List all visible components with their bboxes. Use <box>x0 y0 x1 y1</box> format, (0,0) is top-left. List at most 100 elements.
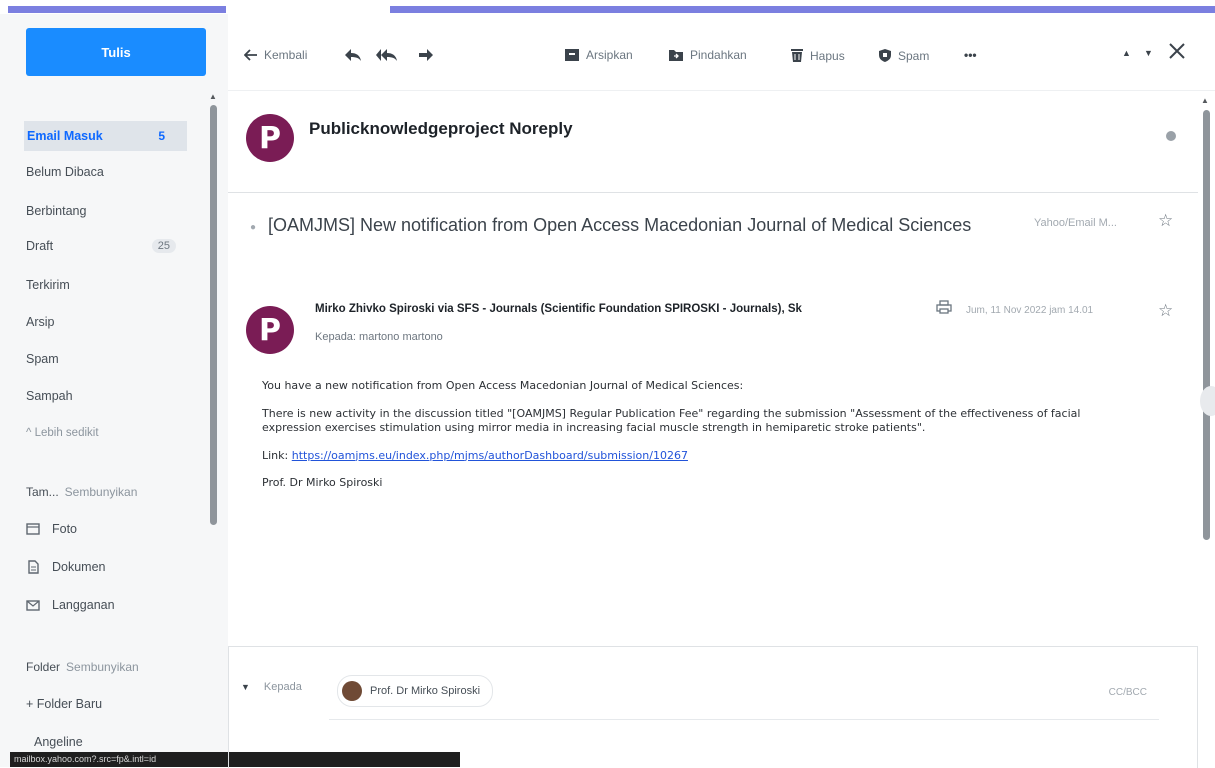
message-from[interactable]: Mirko Zhivko Spiroski via SFS - Journals… <box>315 303 802 315</box>
folders-heading: Folder <box>26 660 61 674</box>
sidebar-item-label: Spam <box>26 352 59 366</box>
views-heading: Tam... <box>26 485 59 499</box>
sidebar-item-label: Terkirim <box>26 278 70 292</box>
sidebar-item-label: Sampah <box>26 389 73 403</box>
header-divider <box>228 192 1198 193</box>
close-icon <box>1169 43 1185 59</box>
spam-button[interactable]: Spam <box>878 48 929 63</box>
sidebar-item-label: Arsip <box>26 315 55 329</box>
archive-button[interactable]: Arsipkan <box>564 48 633 62</box>
document-icon <box>26 560 40 574</box>
sidebar-item-label: Belum Dibaca <box>26 165 104 179</box>
recipient-field-underline <box>329 719 1159 720</box>
sidebar-item-label: Email Masuk <box>27 129 103 143</box>
trash-icon <box>791 49 803 62</box>
delete-label: Hapus <box>810 48 845 63</box>
more-icon: ••• <box>964 48 977 62</box>
drafts-count: 25 <box>151 239 176 253</box>
sidebar-scroll-up-arrow[interactable]: ▲ <box>209 92 217 101</box>
submission-link[interactable]: https://oamjms.eu/index.php/mjms/authorD… <box>292 449 688 462</box>
reply-to-label: Kepada <box>263 681 302 693</box>
folders-section-header: Folder Sembunyikan <box>26 660 139 674</box>
top-accent-stripe-right <box>390 6 1215 13</box>
unread-count: 5 <box>158 129 165 143</box>
side-panel-toggle[interactable] <box>1200 386 1215 416</box>
views-hide-link[interactable]: Sembunyikan <box>65 485 138 499</box>
body-paragraph: You have a new notification from Open Ac… <box>262 379 744 392</box>
settings-gear-icon[interactable] <box>1166 131 1176 141</box>
message-date: Jum, 11 Nov 2022 jam 14.01 <box>966 305 1094 316</box>
previous-message-button[interactable]: ▲ <box>1122 48 1131 58</box>
reply-box[interactable]: ▼ Kepada Prof. Dr Mirko Spiroski CC/BCC <box>228 646 1198 768</box>
message-toolbar: Kembali Arsipkan Pindahkan Hapus Spam ••… <box>228 30 1215 86</box>
delete-button[interactable]: Hapus <box>790 48 845 63</box>
compose-button[interactable]: Tulis <box>26 28 206 76</box>
forward-icon <box>419 49 433 61</box>
recipient-name: Prof. Dr Mirko Spiroski <box>370 685 481 697</box>
sender-avatar[interactable]: P <box>246 114 294 162</box>
chevron-down-icon[interactable]: ▼ <box>241 682 250 692</box>
forward-button[interactable] <box>418 48 440 62</box>
view-item-documents[interactable]: Dokumen <box>26 554 106 580</box>
next-message-button[interactable]: ▼ <box>1144 48 1153 58</box>
sidebar-item-drafts[interactable]: Draft 25 <box>26 231 186 261</box>
move-label: Pindahkan <box>690 48 747 62</box>
sidebar-item-starred[interactable]: Berbintang <box>26 196 186 226</box>
sidebar-item-trash[interactable]: Sampah <box>26 381 186 411</box>
message-star-icon[interactable]: ☆ <box>1158 301 1173 321</box>
show-less-link[interactable]: ^ Lebih sedikit <box>26 418 186 448</box>
view-item-label: Foto <box>52 522 78 536</box>
back-label: Kembali <box>264 48 308 62</box>
archive-label: Arsipkan <box>586 48 633 62</box>
subscription-icon <box>26 598 40 612</box>
sidebar-item-label: ^ Lebih sedikit <box>26 427 99 439</box>
sidebar-item-sent[interactable]: Terkirim <box>26 270 186 300</box>
body-paragraph: There is new activity in the discussion … <box>262 406 1081 435</box>
pane-scroll-up-arrow[interactable]: ▲ <box>1201 96 1209 105</box>
folder-label[interactable]: Yahoo/Email M... <box>1034 217 1117 229</box>
view-item-label: Dokumen <box>52 560 106 574</box>
thread-star-icon[interactable]: ☆ <box>1158 211 1173 231</box>
top-accent-stripe-left <box>8 6 226 13</box>
chevron-down-icon: ▼ <box>1144 48 1153 58</box>
signature: Prof. Dr Mirko Spiroski <box>262 476 383 489</box>
sidebar-item-label: Berbintang <box>26 204 87 218</box>
reply-to-row: ▼ Kepada <box>241 681 302 693</box>
back-button[interactable]: Kembali <box>244 48 307 62</box>
photo-icon <box>26 522 40 536</box>
more-actions-button[interactable]: ••• <box>964 48 977 62</box>
folders-hide-link[interactable]: Sembunyikan <box>66 660 139 674</box>
pane-scrollbar[interactable] <box>1203 110 1210 540</box>
back-arrow-icon <box>244 49 257 61</box>
body-link-line: Link: https://oamjms.eu/index.php/mjms/a… <box>262 449 1132 464</box>
sidebar-item-unread[interactable]: Belum Dibaca <box>26 157 186 187</box>
message-body: You have a new notification from Open Ac… <box>262 379 1132 504</box>
view-item-photos[interactable]: Foto <box>26 516 77 542</box>
close-button[interactable] <box>1168 42 1192 60</box>
move-button[interactable]: Pindahkan <box>668 48 747 62</box>
view-item-subscriptions[interactable]: Langganan <box>26 592 115 618</box>
sidebar-item-label: Draft <box>26 239 54 253</box>
sidebar-item-spam[interactable]: Spam <box>26 344 186 374</box>
sidebar-item-inbox[interactable]: Email Masuk 5 <box>24 121 187 151</box>
link-label: Link: <box>262 448 289 462</box>
views-section-header: Tam... Sembunyikan <box>26 485 137 499</box>
reply-all-icon <box>376 49 397 61</box>
move-folder-icon <box>669 50 683 61</box>
cc-bcc-button[interactable]: CC/BCC <box>1109 687 1147 698</box>
archive-icon <box>565 49 579 61</box>
chevron-up-icon: ▲ <box>1122 48 1131 58</box>
recipient-avatar <box>342 681 362 701</box>
sidebar-scrollbar[interactable] <box>210 105 217 525</box>
message-to[interactable]: Kepada: martono martono <box>315 331 443 343</box>
sender-name[interactable]: Publicknowledgeproject Noreply <box>309 119 573 139</box>
email-subject: [OAMJMS] New notification from Open Acce… <box>268 215 972 235</box>
recipient-chip[interactable]: Prof. Dr Mirko Spiroski <box>337 675 494 707</box>
reply-all-button[interactable] <box>376 48 404 62</box>
sidebar-item-archive[interactable]: Arsip <box>26 307 186 337</box>
new-folder-button[interactable]: + Folder Baru <box>26 691 102 717</box>
reply-button[interactable] <box>344 48 368 62</box>
print-icon[interactable] <box>936 300 952 314</box>
thread-marker-icon: ● <box>250 222 257 233</box>
message-sender-avatar[interactable]: P <box>246 306 294 354</box>
